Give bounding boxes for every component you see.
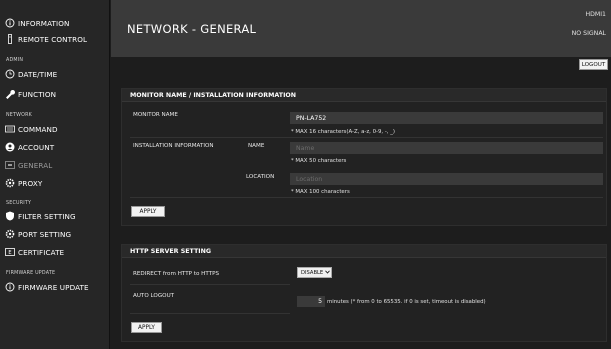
svg-text:E: E	[8, 250, 11, 256]
location-label: LOCATION	[246, 174, 275, 180]
sidebar-item-date-time[interactable]: DATE/TIME	[5, 69, 57, 79]
signal-status-label: NO SIGNAL	[571, 30, 606, 37]
sidebar-item-label: INFORMATION	[18, 18, 70, 28]
sidebar-item-filter-setting[interactable]: FILTER SETTING	[5, 211, 76, 221]
panel-title: MONITOR NAME / INSTALLATION INFORMATION	[122, 89, 606, 102]
clock-icon	[5, 69, 15, 79]
monitor-name-input[interactable]	[290, 112, 603, 124]
auto-logout-hint: minutes (* from 0 to 65535. if 0 is set,…	[327, 299, 486, 305]
panel-title: HTTP SERVER SETTING	[122, 245, 606, 258]
sidebar-item-label: PROXY	[18, 178, 43, 188]
divider	[130, 313, 290, 314]
sidebar-item-remote-control[interactable]: REMOTE CONTROL	[5, 34, 87, 44]
redirect-select[interactable]: DISABLE	[297, 267, 332, 278]
sidebar-item-label: GENERAL	[18, 160, 53, 170]
page-header: NETWORK - GENERAL HDMI1 NO SIGNAL	[111, 0, 611, 57]
sidebar-item-label: DATE/TIME	[18, 69, 58, 79]
sidebar-item-label: CERTIFICATE	[18, 247, 65, 257]
divider	[130, 197, 603, 198]
sidebar-section-admin: ADMIN	[6, 58, 24, 63]
installation-name-input[interactable]	[290, 142, 603, 154]
sidebar-item-label: FIRMWARE UPDATE	[18, 282, 89, 292]
info-icon	[5, 282, 15, 292]
wrench-icon	[5, 89, 15, 99]
remote-icon	[5, 34, 15, 44]
sidebar-item-label: REMOTE CONTROL	[18, 34, 88, 44]
auto-logout-input[interactable]	[297, 296, 325, 307]
sidebar-item-label: FILTER SETTING	[18, 211, 76, 221]
divider	[130, 137, 603, 138]
gear-shield-icon	[5, 229, 15, 239]
sidebar-item-label: ACCOUNT	[18, 142, 55, 152]
chevron-down-icon	[325, 270, 330, 276]
certificate-icon: E	[5, 247, 15, 257]
http-server-panel: HTTP SERVER SETTING REDIRECT from HTTP t…	[121, 244, 607, 342]
location-hint: * MAX 100 characters	[291, 189, 350, 195]
sidebar-item-function[interactable]: FUNCTION	[5, 89, 56, 99]
sidebar-item-information[interactable]: INFORMATION	[5, 18, 70, 28]
monitor-name-label: MONITOR NAME	[133, 112, 178, 118]
page-title: NETWORK - GENERAL	[127, 22, 257, 36]
sidebar-item-label: COMMAND	[18, 124, 58, 134]
sidebar-item-port-setting[interactable]: PORT SETTING	[5, 229, 71, 239]
monitor-icon	[5, 160, 15, 170]
name-hint: * MAX 50 characters	[291, 158, 347, 164]
shield-icon	[5, 211, 15, 221]
sidebar-item-label: PORT SETTING	[18, 229, 72, 239]
installation-info-label: INSTALLATION INFORMATION	[133, 143, 214, 149]
sidebar-section-network: NETWORK	[6, 113, 32, 118]
sidebar-item-firmware-update[interactable]: FIRMWARE UPDATE	[5, 282, 89, 292]
user-icon	[5, 142, 15, 152]
sidebar-item-label: FUNCTION	[18, 89, 57, 99]
keyboard-icon	[5, 124, 15, 134]
sidebar: INFORMATION REMOTE CONTROL ADMIN DATE/TI…	[0, 0, 110, 349]
redirect-label: REDIRECT from HTTP to HTTPS	[133, 271, 220, 277]
sidebar-item-command[interactable]: COMMAND	[5, 124, 58, 134]
sidebar-section-firmware: FIRMWARE UPDATE	[6, 271, 56, 276]
gear-shield-icon	[5, 178, 15, 188]
location-input[interactable]	[290, 173, 603, 185]
sidebar-item-proxy[interactable]: PROXY	[5, 178, 42, 188]
sidebar-item-certificate[interactable]: E CERTIFICATE	[5, 247, 64, 257]
name-label: NAME	[248, 143, 265, 149]
sidebar-item-general[interactable]: GENERAL	[5, 160, 52, 170]
apply-button[interactable]: APPLY	[131, 206, 165, 217]
redirect-select-value: DISABLE	[301, 269, 324, 276]
auto-logout-label: AUTO LOGOUT	[133, 293, 175, 299]
sidebar-section-security: SECURITY	[6, 201, 32, 206]
sidebar-item-account[interactable]: ACCOUNT	[5, 142, 54, 152]
logout-button[interactable]: LOGOUT	[579, 59, 608, 70]
input-source-label: HDMI1	[585, 11, 606, 18]
apply-button[interactable]: APPLY	[131, 322, 162, 333]
monitor-info-panel: MONITOR NAME / INSTALLATION INFORMATION …	[121, 88, 607, 226]
info-icon	[5, 18, 15, 28]
divider	[130, 284, 290, 285]
monitor-name-hint: * MAX 16 characters(A-Z, a-z, 0-9, -, _)	[291, 129, 395, 135]
